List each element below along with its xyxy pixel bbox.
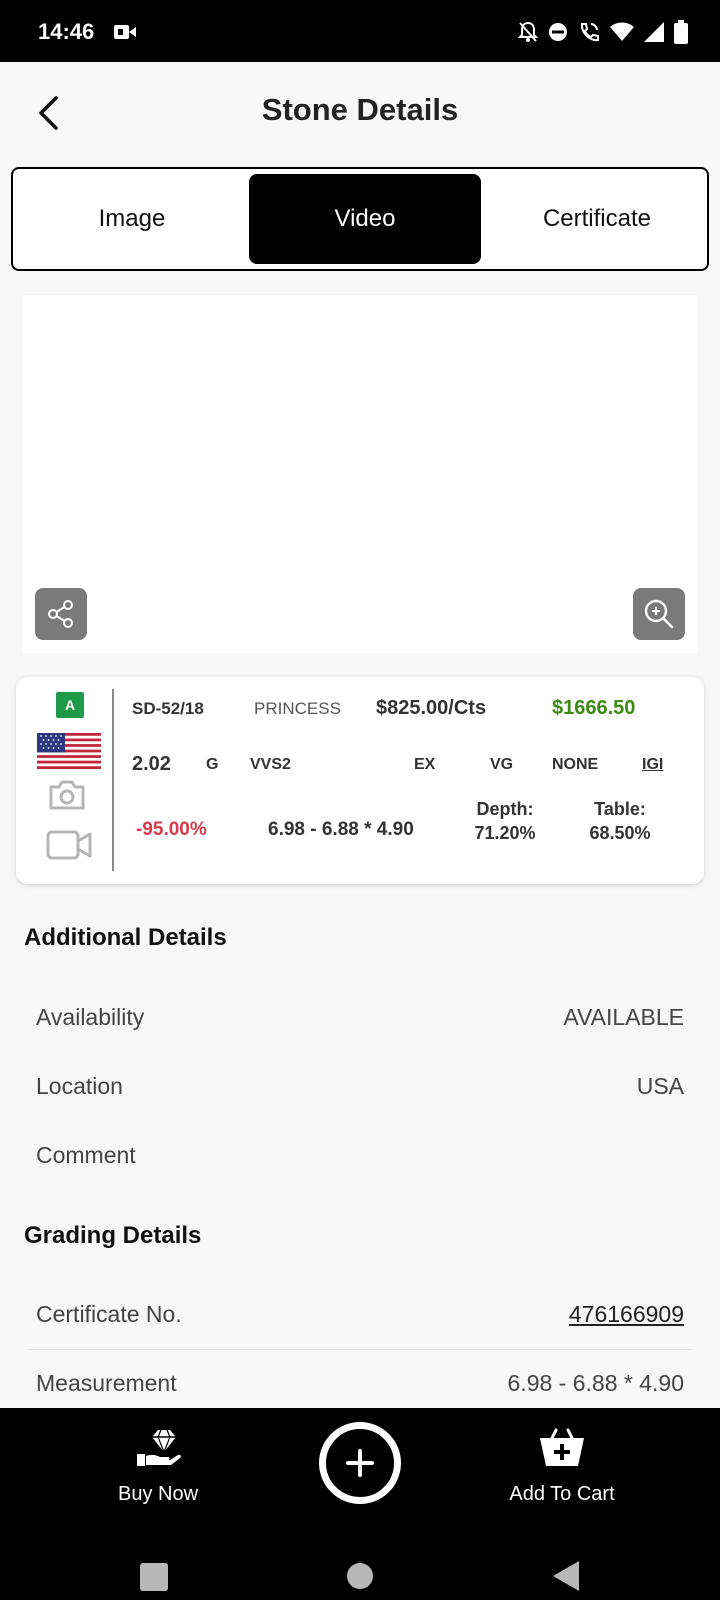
triangle-back-icon [553, 1561, 579, 1591]
status-icons [517, 20, 688, 49]
circle-icon [347, 1563, 373, 1589]
zoom-in-icon [644, 599, 674, 629]
square-icon [140, 1563, 168, 1591]
detail-row-certificate: Certificate No. 476166909 [36, 1301, 684, 1328]
table-label: Table: [594, 799, 646, 819]
availability-badge: A [56, 692, 84, 718]
detail-value: 6.98 - 6.88 * 4.90 [507, 1370, 684, 1396]
card-icon-column: A [16, 677, 112, 884]
tab-certificate[interactable]: Certificate [481, 174, 713, 264]
table-value: 68.50% [589, 823, 651, 843]
buy-now-button[interactable]: Buy Now [58, 1428, 258, 1506]
detail-row-measurement: Measurement 6.98 - 6.88 * 4.90 [36, 1370, 684, 1397]
recents-nav-button[interactable] [139, 1562, 169, 1597]
video-camera-icon[interactable] [46, 830, 92, 865]
zoom-button[interactable] [633, 588, 685, 640]
detail-label: Comment [36, 1142, 136, 1168]
stone-cut: EX [414, 756, 436, 773]
buy-now-label: Buy Now [117, 1483, 199, 1505]
tab-image[interactable]: Image [16, 174, 248, 264]
stone-shape: PRINCESS [254, 699, 341, 718]
stone-summary-card[interactable]: A SD-52/18 PRINCESS $825.00/Cts $1666.50… [16, 677, 704, 884]
page-title: Stone Details [261, 92, 459, 127]
share-button[interactable] [35, 588, 87, 640]
stone-id: SD-52/18 [132, 699, 204, 718]
detail-label: Certificate No. [36, 1301, 182, 1327]
lab-link[interactable]: IGI [642, 756, 663, 774]
status-time: 14:46 [38, 19, 95, 44]
diamond-hand-icon [137, 1429, 181, 1466]
app-header: Stone Details [0, 62, 720, 166]
total-price: $1666.50 [552, 697, 636, 719]
battery-icon [674, 20, 688, 49]
add-to-cart-button[interactable]: Add To Cart [462, 1428, 662, 1506]
usa-flag-icon [37, 733, 101, 774]
detail-label: Measurement [36, 1370, 177, 1396]
media-tabs: Image Video Certificate [11, 167, 709, 271]
camera-icon[interactable] [48, 779, 86, 816]
video-record-icon [114, 24, 136, 45]
card-measurement: 6.98 - 6.88 * 4.90 [268, 819, 414, 840]
bell-off-icon [517, 21, 539, 48]
detail-row-comment: Comment [36, 1142, 684, 1169]
status-bar: 14:46 [0, 0, 720, 62]
stone-fluorescence: NONE [552, 756, 599, 773]
row-divider [28, 1349, 692, 1350]
stone-polish: VG [490, 756, 514, 773]
card-divider [112, 689, 114, 871]
stone-clarity: VVS2 [250, 756, 291, 773]
depth-value: 71.20% [474, 823, 536, 843]
basket-plus-icon [540, 1428, 584, 1466]
wifi-call-icon [578, 21, 600, 48]
dnd-icon [548, 22, 568, 47]
detail-label: Location [36, 1073, 123, 1099]
additional-details-heading: Additional Details [24, 924, 227, 951]
detail-value: USA [636, 1073, 684, 1099]
home-nav-button[interactable] [346, 1562, 374, 1595]
detail-value: AVAILABLE [563, 1004, 684, 1030]
bottom-action-bar: Buy Now Add To Cart [0, 1408, 720, 1600]
discount-percent: -95.00% [136, 819, 207, 840]
tab-video[interactable]: Video [249, 174, 481, 264]
grading-details-heading: Grading Details [24, 1222, 202, 1249]
detail-row-location: Location USA [36, 1073, 684, 1100]
plus-icon [346, 1449, 374, 1477]
add-to-cart-label: Add To Cart [509, 1483, 615, 1505]
stone-color: G [206, 756, 219, 773]
share-icon [48, 600, 73, 628]
wifi-icon [610, 22, 634, 47]
carat-weight: 2.02 [132, 753, 171, 775]
back-nav-button[interactable] [551, 1560, 581, 1597]
video-viewer[interactable] [23, 295, 697, 653]
add-fab-button[interactable] [319, 1422, 401, 1504]
certificate-number-link[interactable]: 476166909 [569, 1301, 684, 1328]
detail-label: Availability [36, 1004, 145, 1030]
price-per-carat: $825.00/Cts [376, 697, 487, 719]
detail-row-availability: Availability AVAILABLE [36, 1004, 684, 1031]
depth-label: Depth: [476, 799, 534, 819]
signal-icon [644, 22, 664, 47]
